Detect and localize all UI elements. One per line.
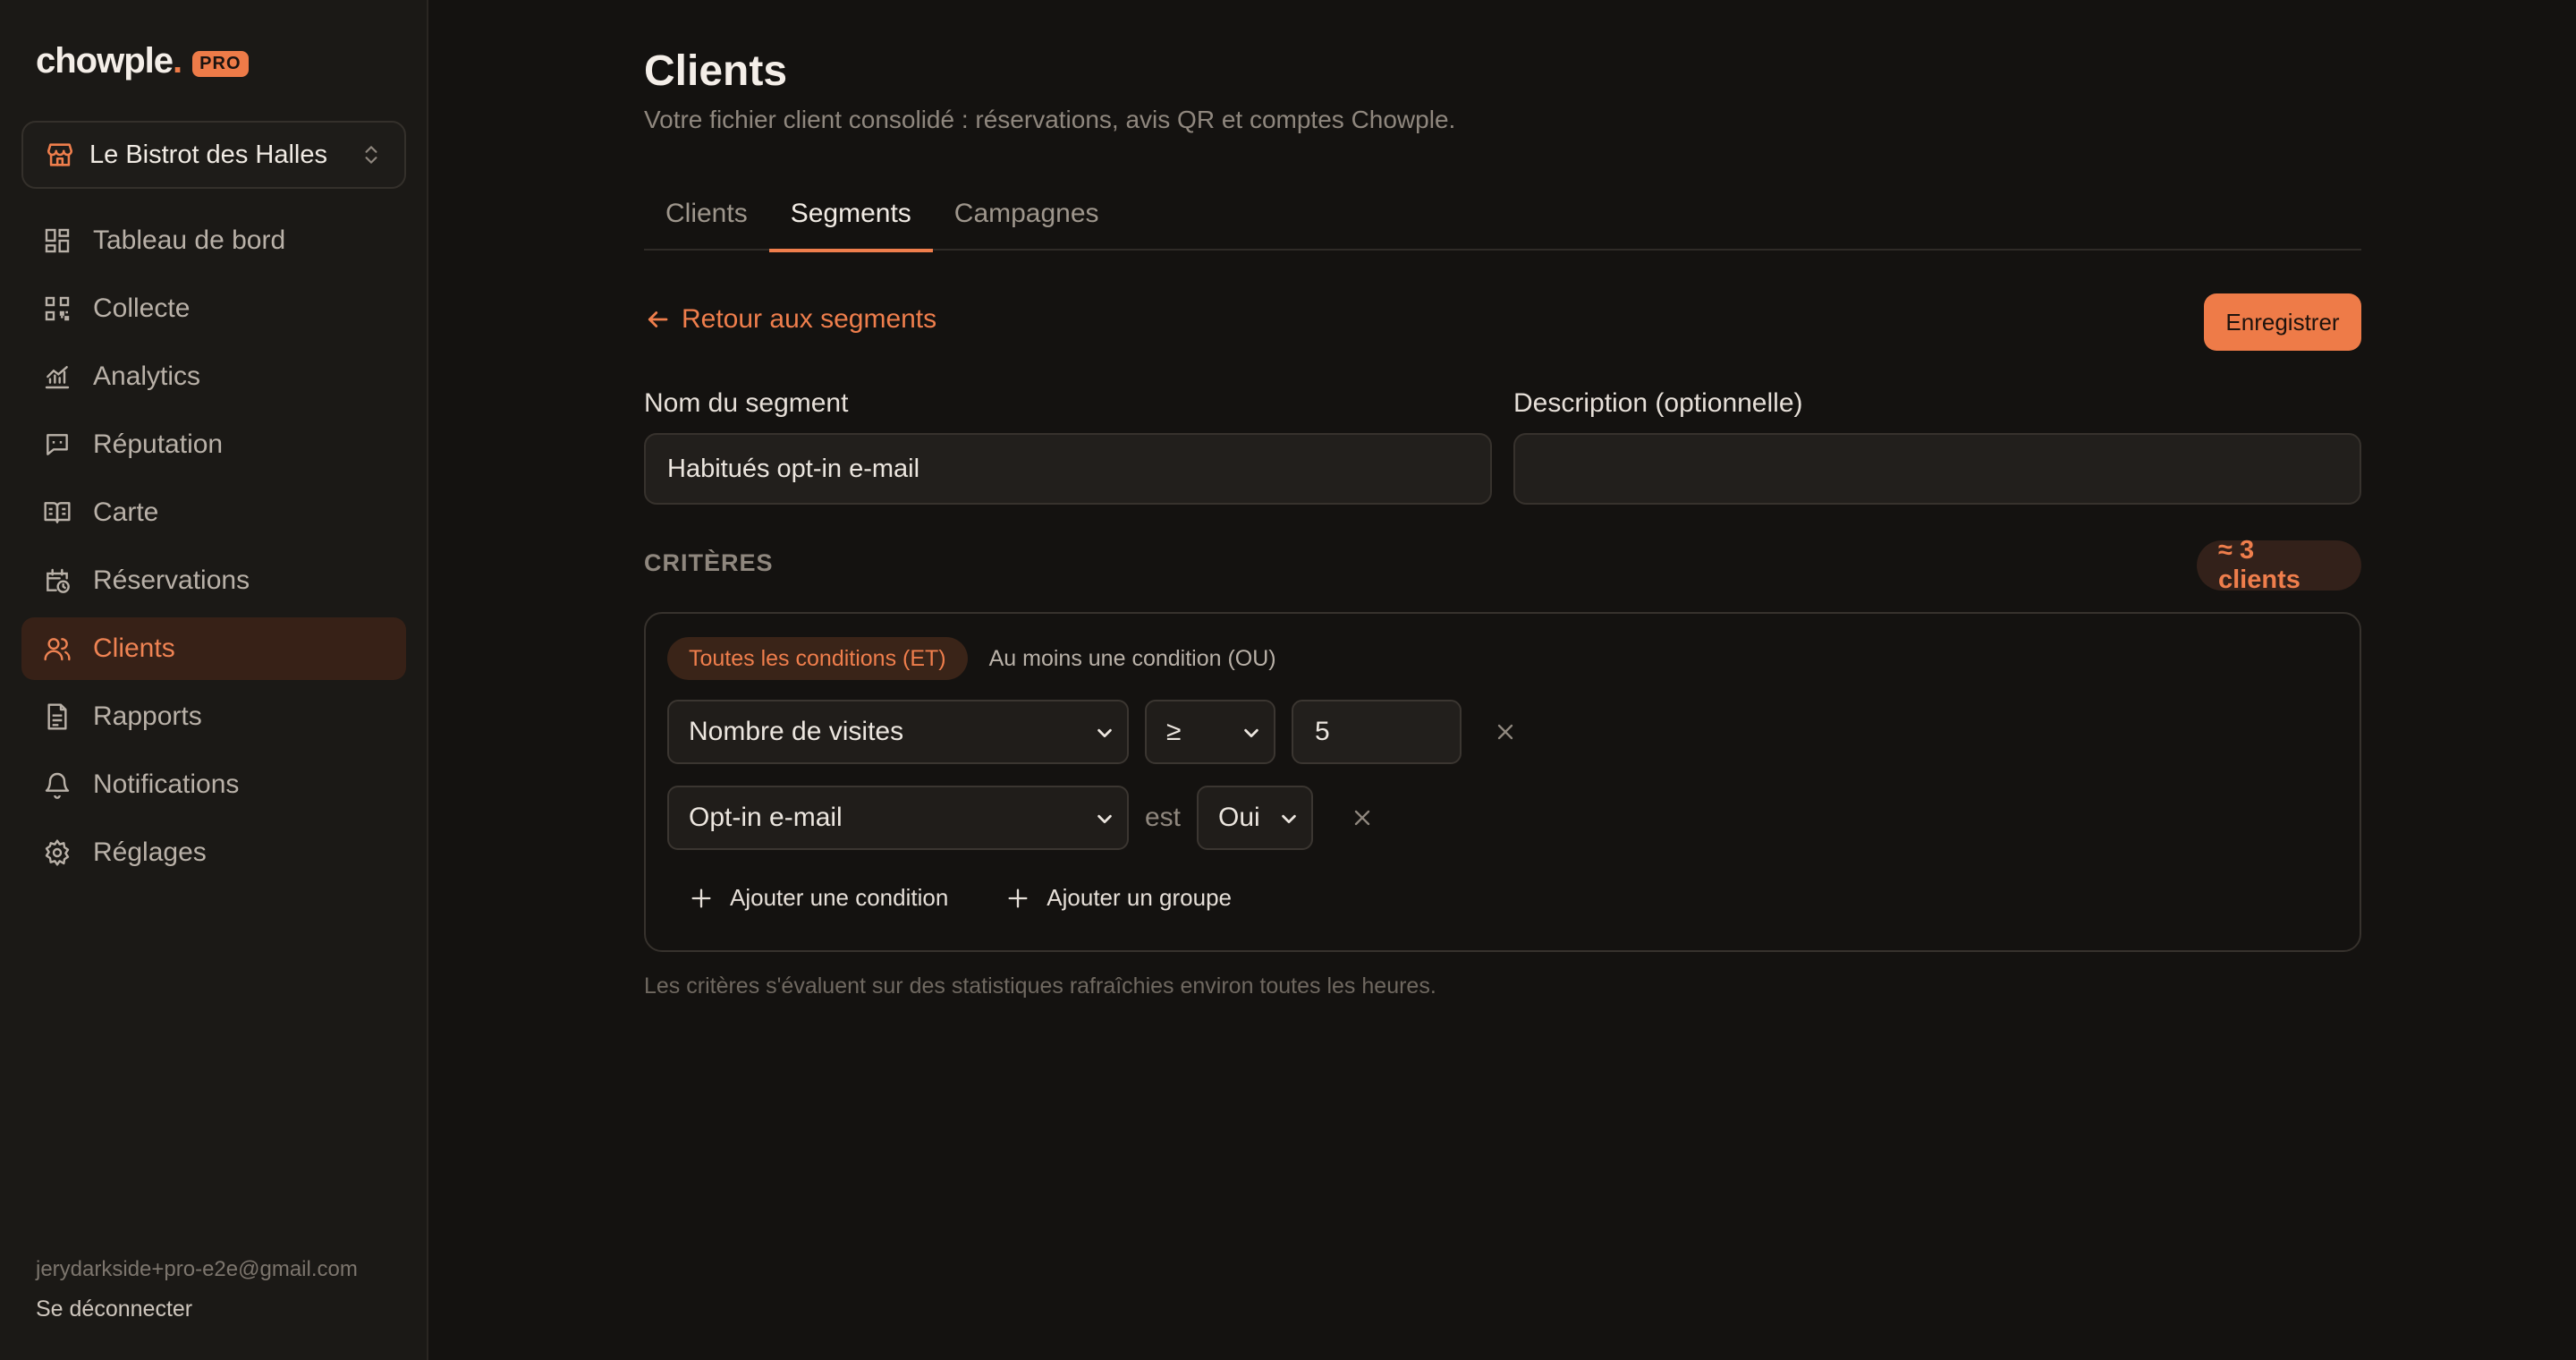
criteria-footnote: Les critères s'évaluent sur des statisti… — [644, 973, 1436, 999]
sidebar-item-label: Rapports — [93, 701, 202, 731]
chevron-down-icon — [1097, 728, 1112, 738]
settings-icon — [45, 839, 70, 866]
back-link-label: Retour aux segments — [682, 304, 937, 334]
condition-connector: est — [1145, 803, 1182, 832]
close-icon — [1497, 724, 1513, 740]
tab-segments[interactable]: Segments — [768, 183, 933, 252]
chart-icon — [45, 366, 70, 389]
app-logo[interactable]: chowple. PRO — [36, 41, 249, 81]
remove-condition-button[interactable] — [1490, 717, 1521, 747]
sidebar-item-reputation[interactable]: Réputation — [21, 413, 406, 476]
tab-bar: Clients Segments Campagnes — [644, 183, 2361, 252]
condition-row: Nombre de visites ≥ 5 — [667, 700, 1521, 764]
logout-link[interactable]: Se déconnecter — [36, 1296, 358, 1322]
logic-any-option[interactable]: Au moins une condition (OU) — [968, 637, 1298, 680]
plus-icon — [1008, 888, 1028, 907]
logic-all-option[interactable]: Toutes les conditions (ET) — [667, 637, 968, 680]
sidebar-item-reservations[interactable]: Réservations — [21, 549, 406, 612]
calendar-clock-icon — [47, 568, 70, 593]
save-button[interactable]: Enregistrer — [2204, 293, 2361, 351]
sidebar-item-reglages[interactable]: Réglages — [21, 821, 406, 884]
description-label: Description (optionnelle) — [1513, 388, 1803, 418]
chevron-down-icon — [1097, 814, 1112, 824]
condition-value-input[interactable]: 5 — [1292, 700, 1462, 764]
back-to-segments-link[interactable]: Retour aux segments — [644, 304, 936, 335]
book-open-icon — [44, 502, 71, 523]
add-condition-button[interactable]: Ajouter une condition — [689, 884, 948, 912]
condition-value-select[interactable]: Oui — [1197, 786, 1314, 850]
arrow-left-icon — [648, 311, 668, 327]
add-condition-label: Ajouter une condition — [730, 884, 949, 911]
bell-icon — [45, 772, 70, 799]
store-icon — [47, 143, 73, 166]
plus-icon — [691, 888, 711, 907]
segment-name-label: Nom du segment — [644, 388, 849, 418]
add-group-label: Ajouter un groupe — [1046, 884, 1233, 911]
add-group-button[interactable]: Ajouter un groupe — [1005, 884, 1232, 912]
sidebar-item-label: Tableau de bord — [93, 225, 286, 255]
page-subtitle: Votre fichier client consolidé : réserva… — [644, 106, 1456, 133]
criteria-panel: Toutes les conditions (ET) Au moins une … — [644, 612, 2361, 952]
chevron-down-icon — [1244, 728, 1258, 738]
sidebar-item-label: Carte — [93, 497, 159, 527]
condition-field-select[interactable]: Nombre de visites — [667, 700, 1129, 764]
client-count-badge: ≈ 3 clients — [2197, 536, 2361, 594]
sidebar-item-clients[interactable]: Clients — [21, 617, 406, 680]
sidebar-item-analytics[interactable]: Analytics — [21, 345, 406, 408]
sidebar-item-notifications[interactable]: Notifications — [21, 753, 406, 816]
logo-dot: . — [173, 41, 182, 81]
chevrons-up-down-icon — [365, 146, 377, 164]
segment-name-input[interactable]: Habitués opt-in e-mail — [644, 433, 1492, 505]
remove-condition-button[interactable] — [1347, 803, 1377, 833]
tab-campagnes[interactable]: Campagnes — [933, 183, 1121, 251]
sidebar-item-label: Notifications — [93, 769, 240, 799]
qr-code-icon — [45, 296, 70, 321]
select-value: ≥ — [1166, 717, 1182, 746]
pro-badge: PRO — [192, 51, 249, 77]
page-title: Clients — [644, 47, 788, 95]
dashboard-icon — [45, 228, 70, 253]
add-actions: Ajouter une condition Ajouter un groupe — [689, 884, 1289, 912]
description-input[interactable] — [1513, 433, 2361, 505]
close-icon — [1354, 810, 1370, 826]
sidebar-item-label: Réputation — [93, 429, 224, 459]
select-value: Opt-in e-mail — [689, 803, 843, 832]
logic-toggle: Toutes les conditions (ET) Au moins une … — [667, 637, 1298, 680]
select-value: Oui — [1218, 803, 1260, 832]
sidebar-item-label: Réservations — [93, 565, 250, 595]
tab-clients[interactable]: Clients — [644, 183, 769, 251]
venue-switcher[interactable]: Le Bistrot des Halles — [21, 121, 406, 189]
sidebar-item-label: Analytics — [93, 361, 201, 391]
sidebar-item-collecte[interactable]: Collecte — [21, 277, 406, 340]
sidebar-item-carte[interactable]: Carte — [21, 481, 406, 544]
sidebar-nav: Tableau de bord Collecte Analytics Réput… — [21, 209, 406, 889]
user-email: jerydarkside+pro-e2e@gmail.com — [36, 1257, 358, 1281]
message-square-icon — [47, 434, 68, 455]
sidebar: chowple. PRO Le Bistrot des Halles Table… — [0, 0, 428, 1360]
sidebar-item-rapports[interactable]: Rapports — [21, 685, 406, 748]
sidebar-item-label: Réglages — [93, 837, 207, 867]
sidebar-item-label: Clients — [93, 633, 175, 663]
logo-text: chowple — [36, 41, 174, 81]
condition-field-select[interactable]: Opt-in e-mail — [667, 786, 1129, 850]
condition-row: Opt-in e-mail est Oui — [667, 786, 1377, 850]
sidebar-footer: jerydarkside+pro-e2e@gmail.com Se déconn… — [36, 1257, 358, 1322]
criteria-title: CRITÈRES — [644, 549, 774, 576]
select-value: Nombre de visites — [689, 717, 904, 746]
sidebar-item-label: Collecte — [93, 293, 191, 323]
venue-name: Le Bistrot des Halles — [89, 140, 327, 169]
condition-operator-select[interactable]: ≥ — [1145, 700, 1275, 764]
file-text-icon — [47, 703, 67, 730]
users-icon — [44, 638, 71, 661]
sidebar-item-dashboard[interactable]: Tableau de bord — [21, 209, 406, 272]
chevron-down-icon — [1282, 814, 1296, 824]
